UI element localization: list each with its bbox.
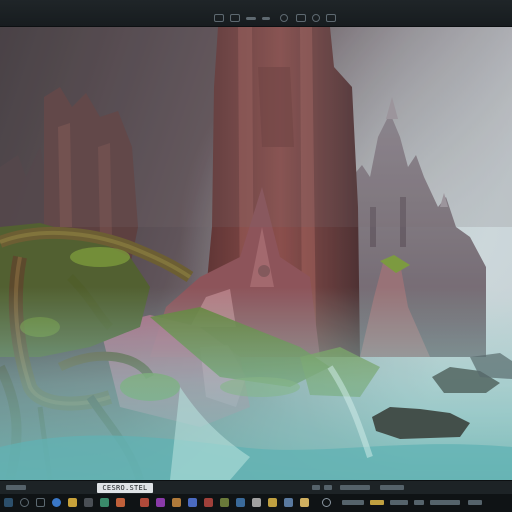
task-view-icon[interactable] [36,498,45,507]
app-window: CESRO.STEL [0,0,512,512]
zoom-out-icon[interactable] [280,14,288,22]
image-icon[interactable] [230,14,240,22]
editor-icon[interactable] [156,498,165,507]
app-icon-1[interactable] [100,498,109,507]
app-icon-2[interactable] [116,498,125,507]
tray-item[interactable] [342,500,364,505]
app-icon-3[interactable] [172,498,181,507]
status-icon-left [6,485,26,490]
image-canvas[interactable] [0,27,512,480]
search-icon[interactable] [20,498,29,507]
minus-icon[interactable] [262,17,270,20]
network-icon[interactable] [322,498,331,507]
status-bar: CESRO.STEL [0,480,512,495]
window-icon[interactable] [214,14,224,22]
system-tray [312,494,512,512]
settings-icon[interactable] [312,14,320,22]
prev-icon[interactable] [312,485,320,490]
app-icon-6[interactable] [220,498,229,507]
files-icon[interactable] [68,498,77,507]
app-icon-9[interactable] [268,498,277,507]
browser-icon[interactable] [52,498,61,507]
next-icon[interactable] [324,485,332,490]
close-view-icon[interactable] [326,14,336,22]
status-info [340,485,370,490]
status-info-2 [380,485,404,490]
app-icon-5[interactable] [204,498,213,507]
app-icon-11[interactable] [300,498,309,507]
top-toolbar [0,0,512,27]
terminal-icon[interactable] [84,498,93,507]
start-icon[interactable] [4,498,13,507]
viewer-icon[interactable] [140,498,149,507]
tray-item-2[interactable] [370,500,384,505]
filename-field[interactable]: CESRO.STEL [97,483,153,493]
taskbar [0,494,512,512]
notification-icon[interactable] [468,500,482,505]
fantasy-artwork [0,27,512,480]
app-icon-10[interactable] [284,498,293,507]
app-icon-4[interactable] [188,498,197,507]
zoom-in-icon[interactable] [296,14,306,22]
fit-icon[interactable] [246,17,256,20]
app-icon-7[interactable] [236,498,245,507]
clock[interactable] [430,500,460,505]
tray-item-3[interactable] [390,500,408,505]
volume-icon[interactable] [414,500,424,505]
app-icon-8[interactable] [252,498,261,507]
